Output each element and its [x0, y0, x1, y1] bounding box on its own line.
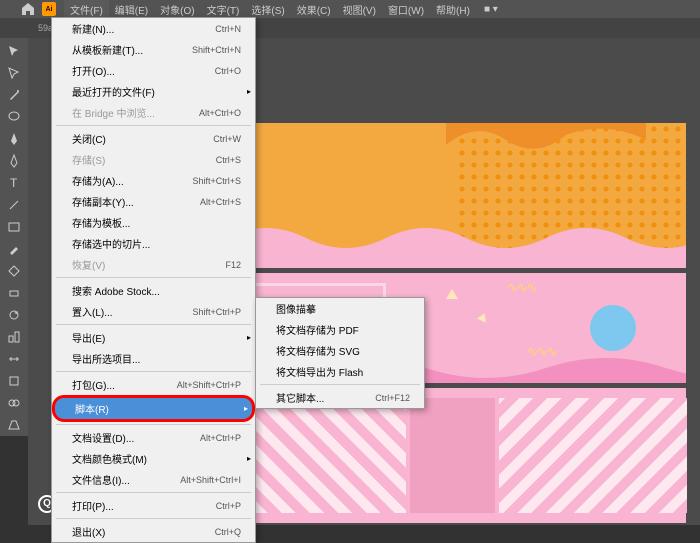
file-menu-item-11[interactable]: 存储选中的切片... [52, 233, 255, 254]
file-menu-item-2[interactable]: 打开(O)...Ctrl+O [52, 60, 255, 81]
tool-lasso[interactable] [2, 106, 26, 128]
menubar-item-3[interactable]: 文字(T) [201, 0, 246, 19]
submenu-item-1[interactable]: 将文档存储为 PDF [256, 319, 424, 340]
tool-width[interactable] [2, 348, 26, 370]
submenu-item-3[interactable]: 将文档导出为 Flash [256, 361, 424, 382]
tool-pen[interactable] [2, 128, 26, 150]
menubar-item-1[interactable]: 编辑(E) [109, 0, 154, 19]
triangle-2 [477, 311, 489, 322]
box-mid [410, 398, 495, 513]
tool-direct[interactable] [2, 62, 26, 84]
blue-blob [590, 305, 636, 351]
chevron-right-icon: ▸ [247, 333, 251, 342]
stripes-right [499, 398, 687, 513]
file-menu-item-6[interactable]: 关闭(C)Ctrl+W [52, 128, 255, 149]
menubar-item-0[interactable]: 文件(F) [64, 0, 109, 19]
submenu-item-2[interactable]: 将文档存储为 SVG [256, 340, 424, 361]
file-menu-item-15[interactable]: 置入(L)...Shift+Ctrl+P [52, 301, 255, 322]
chevron-right-icon: ▸ [247, 454, 251, 463]
file-menu-item-24[interactable]: 文档颜色模式(M)▸ [52, 448, 255, 469]
tool-free-transform[interactable] [2, 370, 26, 392]
file-menu-item-14[interactable]: 搜索 Adobe Stock... [52, 280, 255, 301]
tool-line[interactable] [2, 194, 26, 216]
zigzag-1: ∿∿∿ [507, 279, 536, 296]
tool-shape-builder[interactable] [2, 392, 26, 414]
tool-scale[interactable] [2, 326, 26, 348]
file-menu-item-0[interactable]: 新建(N)...Ctrl+N [52, 18, 255, 39]
file-menu-item-17[interactable]: 导出(E)▸ [52, 327, 255, 348]
file-menu-item-21[interactable]: 脚本(R)▸ [52, 395, 255, 422]
svg-text:T: T [10, 176, 18, 190]
menubar-item-5[interactable]: 效果(C) [291, 0, 337, 19]
file-menu-item-29[interactable]: 退出(X)Ctrl+Q [52, 521, 255, 542]
file-menu-item-1[interactable]: 从模板新建(T)...Shift+Ctrl+N [52, 39, 255, 60]
menubar-item-8[interactable]: 帮助(H) [430, 0, 476, 19]
file-menu-item-8[interactable]: 存储为(A)...Shift+Ctrl+S [52, 170, 255, 191]
wave-orange [446, 123, 646, 185]
file-menu-item-25[interactable]: 文件信息(I)...Alt+Shift+Ctrl+I [52, 469, 255, 490]
triangle-1 [446, 289, 458, 299]
tool-eraser[interactable] [2, 282, 26, 304]
menubar-item-2[interactable]: 对象(O) [154, 0, 200, 19]
tool-brush[interactable] [2, 238, 26, 260]
file-menu-item-10[interactable]: 存储为模板... [52, 212, 255, 233]
file-menu-item-3[interactable]: 最近打开的文件(F)▸ [52, 81, 255, 102]
tool-rotate[interactable] [2, 304, 26, 326]
menubar-extra[interactable]: ■ ▾ [484, 4, 498, 15]
tools-panel: T [0, 38, 28, 436]
menubar-item-7[interactable]: 窗口(W) [382, 0, 430, 19]
submenu-item-0[interactable]: 图像描摹 [256, 298, 424, 319]
file-menu-item-4: 在 Bridge 中浏览...Alt+Ctrl+O [52, 102, 255, 123]
tool-selection[interactable] [2, 40, 26, 62]
tool-shaper[interactable] [2, 260, 26, 282]
tool-rectangle[interactable] [2, 216, 26, 238]
tool-perspective[interactable] [2, 414, 26, 436]
menubar-item-6[interactable]: 视图(V) [337, 0, 382, 19]
chevron-right-icon: ▸ [244, 404, 248, 413]
submenu-item-5[interactable]: 其它脚本...Ctrl+F12 [256, 387, 424, 408]
file-menu-item-27[interactable]: 打印(P)...Ctrl+P [52, 495, 255, 516]
file-dropdown-menu: 新建(N)...Ctrl+N从模板新建(T)...Shift+Ctrl+N打开(… [51, 17, 256, 543]
tool-curvature[interactable] [2, 150, 26, 172]
file-menu-item-23[interactable]: 文档设置(D)...Alt+Ctrl+P [52, 427, 255, 448]
file-menu-item-9[interactable]: 存储副本(Y)...Alt+Ctrl+S [52, 191, 255, 212]
file-menu-item-7: 存储(S)Ctrl+S [52, 149, 255, 170]
file-menu-item-18[interactable]: 导出所选项目... [52, 348, 255, 369]
file-menu-item-20[interactable]: 打包(G)...Alt+Shift+Ctrl+P [52, 374, 255, 395]
app-icon: Ai [42, 2, 56, 16]
scripts-submenu: 图像描摹将文档存储为 PDF将文档存储为 SVG将文档导出为 Flash 其它脚本… [255, 297, 425, 409]
home-icon[interactable] [20, 2, 36, 16]
menubar: Ai 文件(F)编辑(E)对象(O)文字(T)选择(S)效果(C)视图(V)窗口… [0, 0, 700, 18]
chevron-right-icon: ▸ [247, 87, 251, 96]
menubar-item-4[interactable]: 选择(S) [245, 0, 290, 19]
tool-type[interactable]: T [2, 172, 26, 194]
file-menu-item-12: 恢复(V)F12 [52, 254, 255, 275]
tool-magic-wand[interactable] [2, 84, 26, 106]
